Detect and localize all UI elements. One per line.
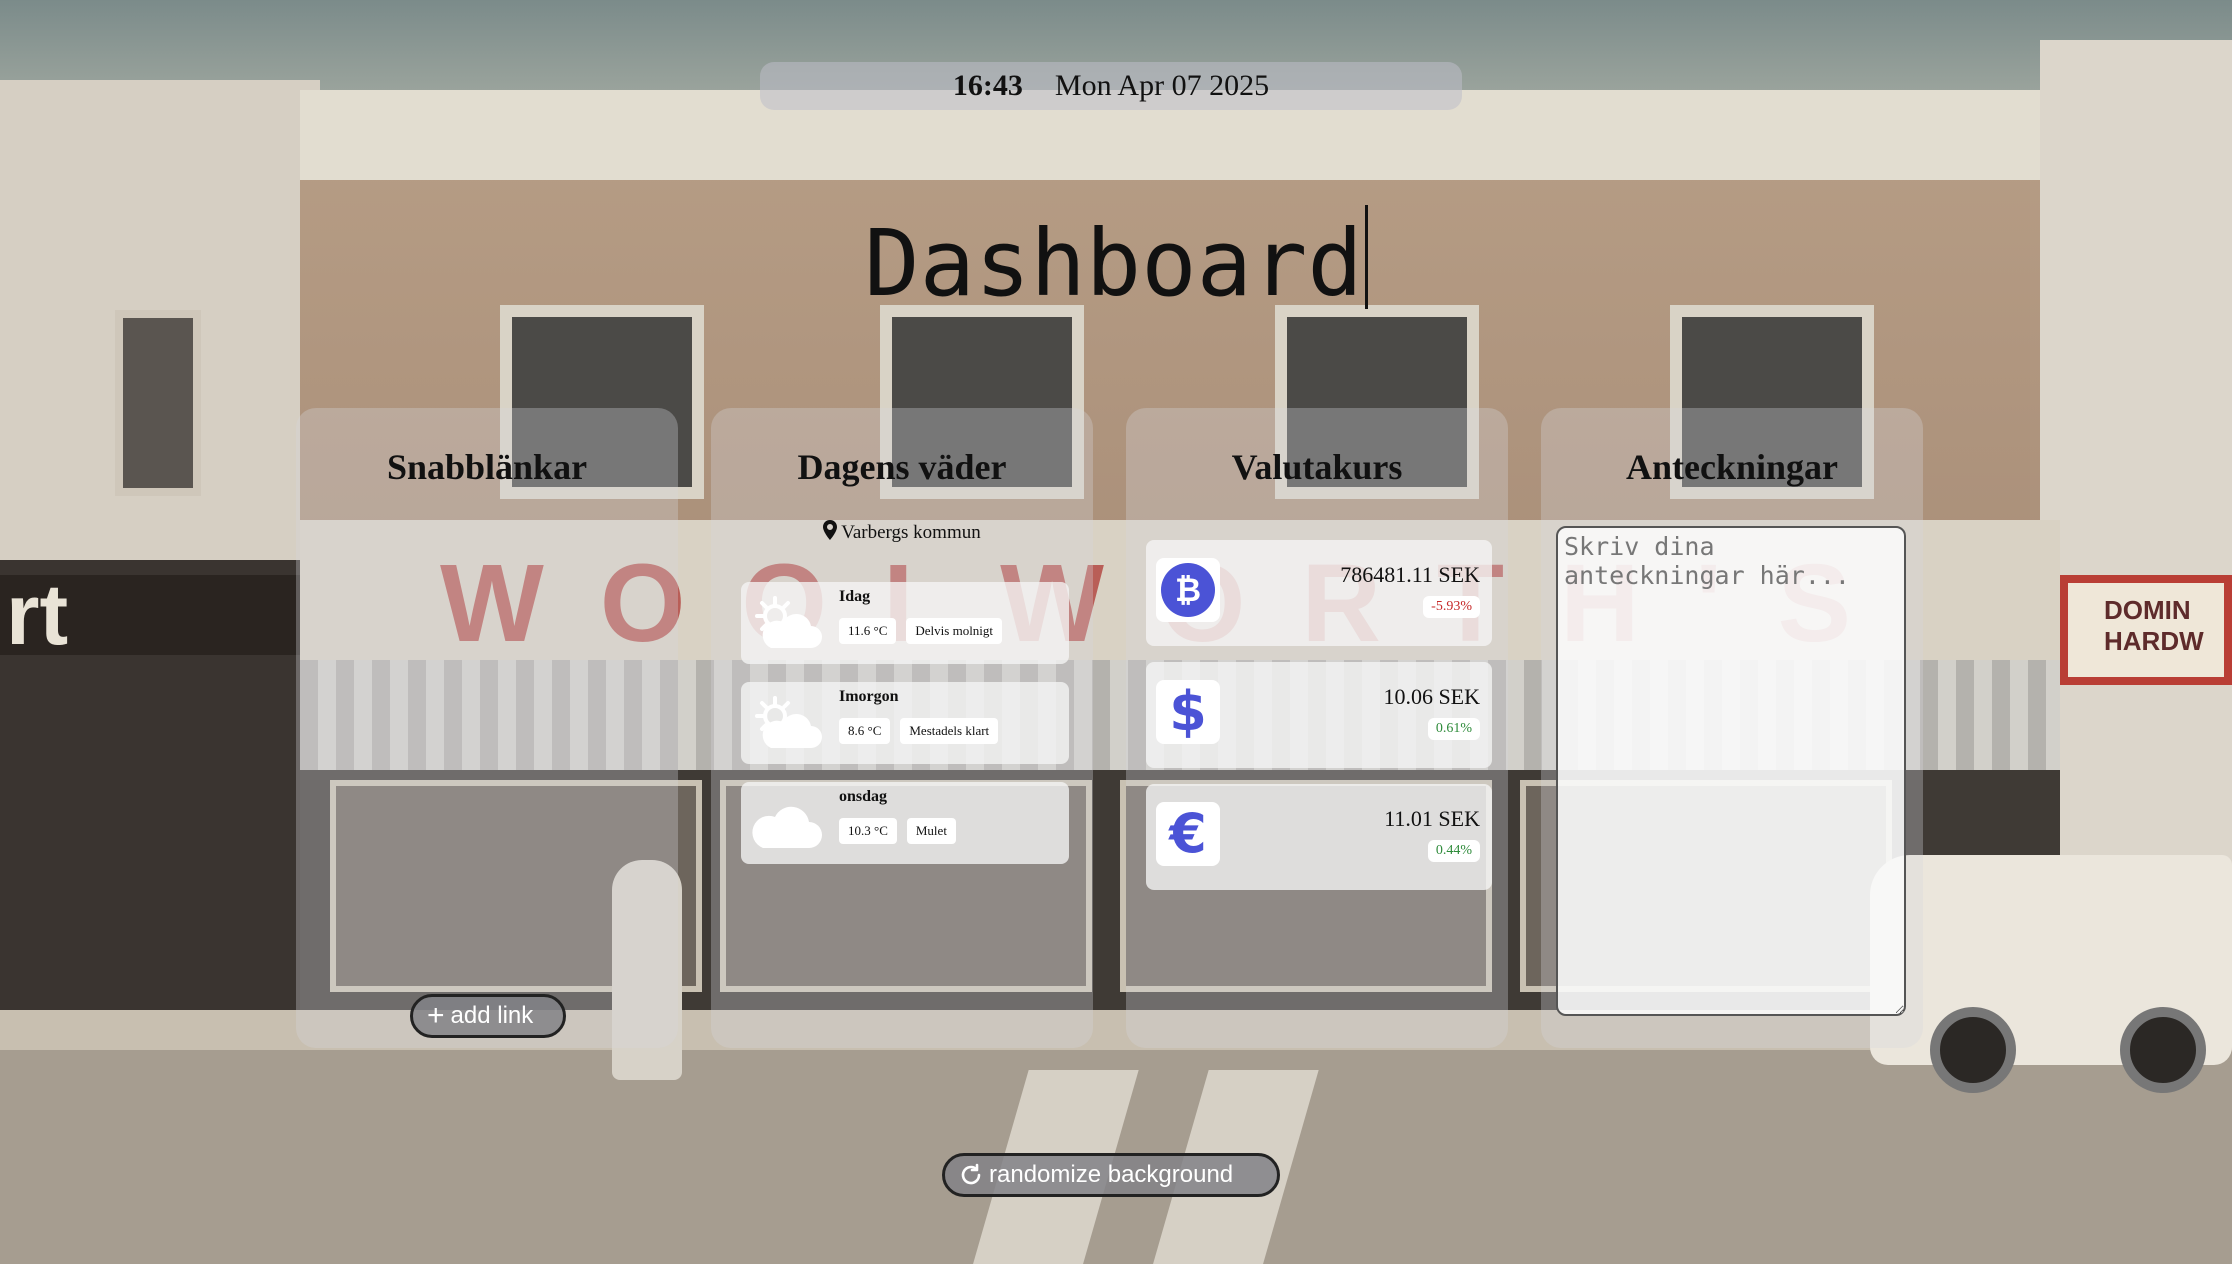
notes-textarea[interactable] — [1556, 526, 1906, 1016]
euro-icon: € — [1156, 802, 1220, 866]
currency-price: 10.06 SEK — [1383, 684, 1480, 709]
currency-change: 0.44% — [1427, 840, 1480, 862]
weather-location: Varbergs kommun — [711, 520, 1093, 544]
bitcoin-icon: ₿ — [1156, 558, 1220, 622]
svg-text:₿: ₿ — [1175, 571, 1201, 609]
weather-row: onsdag 10.3 °C Mulet — [741, 782, 1069, 864]
partly-cloudy-icon — [755, 596, 822, 648]
weather-desc: Mestadels klart — [900, 718, 999, 744]
refresh-icon — [961, 1163, 981, 1185]
weather-desc: Mulet — [906, 818, 956, 844]
location-pin-icon — [823, 520, 838, 540]
currency-heading: Valutakurs — [1231, 447, 1403, 487]
weather-temp: 8.6 °C — [839, 718, 891, 744]
text-caret — [1364, 205, 1368, 309]
currency-price: 11.01 SEK — [1384, 806, 1480, 831]
add-link-button[interactable]: + add link — [410, 994, 566, 1038]
clock-bar: 16:43 Mon Apr 07 2025 — [760, 62, 1462, 110]
cloud-icon — [752, 806, 822, 848]
weather-desc: Delvis molnigt — [906, 618, 1003, 644]
clock-date: Mon Apr 07 2025 — [1054, 69, 1270, 102]
plus-icon: + — [427, 999, 445, 1032]
weather-row: Imorgon 8.6 °C Mestadels klart — [741, 682, 1069, 764]
weather-day: Imorgon — [839, 688, 899, 705]
weather-card: Dagens väder Varbergs kommun Idag 11.6 °… — [711, 408, 1093, 1048]
notes-heading: Anteckningar — [1625, 447, 1838, 487]
notes-card: Anteckningar — [1541, 408, 1923, 1048]
currency-card: Valutakurs ₿ 786481.11 SEK -5.93% $ 10.0… — [1126, 408, 1508, 1048]
page-title[interactable]: Dashboard — [0, 205, 2232, 317]
quick-links-heading: Snabblänkar — [386, 447, 588, 487]
currency-change: -5.93% — [1423, 596, 1480, 618]
currency-row: ₿ 786481.11 SEK -5.93% — [1146, 540, 1492, 646]
weather-heading: Dagens väder — [797, 447, 1007, 487]
currency-row: € 11.01 SEK 0.44% — [1146, 784, 1492, 890]
quick-links-card: Snabblänkar + add link — [296, 408, 678, 1048]
weather-row: Idag 11.6 °C Delvis molnigt — [741, 582, 1069, 664]
randomize-background-button[interactable]: randomize background — [942, 1153, 1280, 1197]
weather-temp: 10.3 °C — [839, 818, 897, 844]
weather-day: Idag — [839, 588, 871, 605]
currency-row: $ 10.06 SEK 0.61% — [1146, 662, 1492, 768]
currency-change: 0.61% — [1427, 718, 1480, 740]
currency-price: 786481.11 SEK — [1340, 562, 1480, 587]
weather-day: onsdag — [839, 788, 888, 805]
dollar-icon: $ — [1156, 680, 1220, 744]
weather-temp: 11.6 °C — [839, 618, 897, 644]
clock-time: 16:43 — [952, 69, 1023, 102]
partly-cloudy-icon — [755, 696, 822, 748]
